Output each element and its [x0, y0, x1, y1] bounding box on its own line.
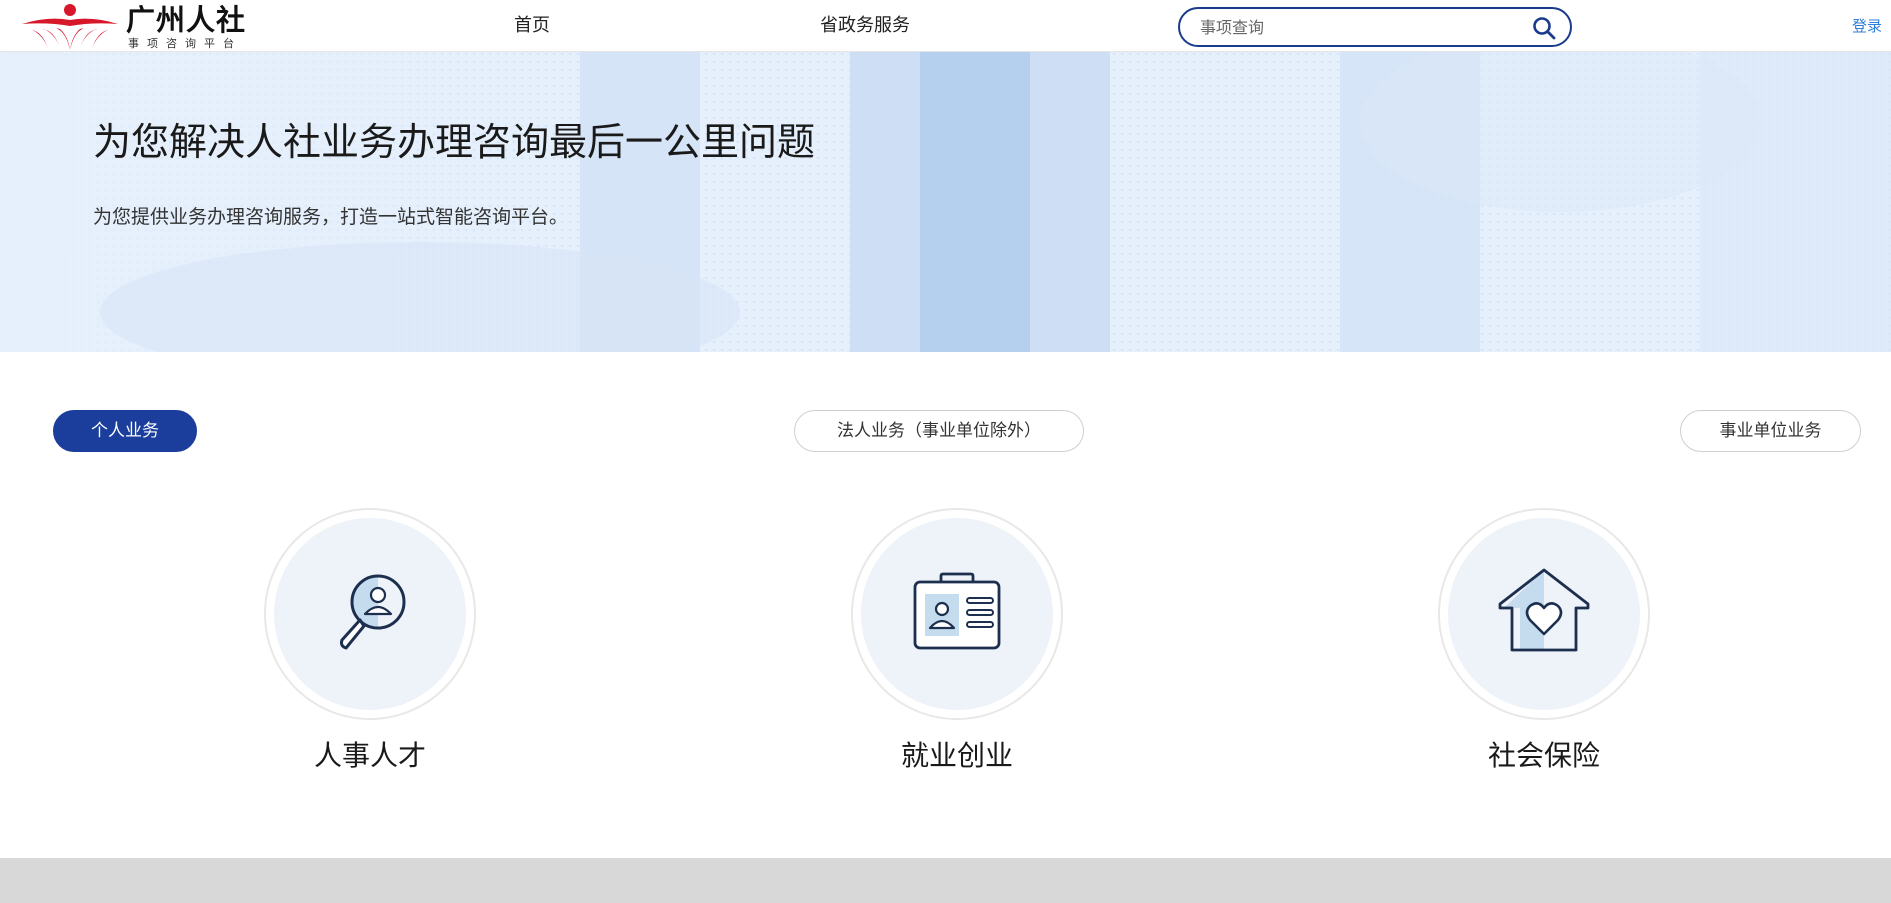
category-circle — [264, 508, 476, 720]
category-hr-talent[interactable]: 人事人才 — [264, 508, 476, 780]
logo-subtitle: 事项咨询平台 — [128, 37, 242, 50]
magnifier-person-icon — [340, 574, 406, 650]
category-label: 社会保险 — [1487, 739, 1600, 772]
nav-gov-services-link[interactable]: 省政务服务 — [820, 14, 910, 38]
hero-background-pattern — [0, 52, 1891, 352]
search-input[interactable] — [1198, 15, 1518, 39]
tab-corporate-business[interactable]: 法人业务（事业单位除外） — [794, 410, 1084, 452]
hero-subtitle: 为您提供业务办理咨询服务，打造一站式智能咨询平台。 — [93, 206, 569, 228]
hero-title: 为您解决人社业务办理咨询最后一公里问题 — [93, 120, 816, 164]
tab-institution-business[interactable]: 事业单位业务 — [1680, 410, 1861, 452]
category-circle — [1438, 508, 1650, 720]
site-logo[interactable]: 广州人社 事项咨询平台 — [18, 0, 258, 52]
house-heart-icon — [1498, 568, 1590, 652]
category-employment[interactable]: 就业创业 — [851, 508, 1063, 780]
category-label: 就业创业 — [900, 739, 1013, 772]
footer-band — [0, 858, 1891, 903]
logo-title: 广州人社 — [126, 3, 247, 37]
top-header: 广州人社 事项咨询平台 首页 省政务服务 登录 — [0, 0, 1891, 52]
tab-personal-business[interactable]: 个人业务 — [53, 410, 197, 452]
category-social-insurance[interactable]: 社会保险 — [1438, 508, 1650, 780]
hero-banner: 为您解决人社业务办理咨询最后一公里问题 为您提供业务办理咨询服务，打造一站式智能… — [0, 52, 1891, 352]
logo-mark-icon — [22, 4, 118, 50]
search-box — [1178, 7, 1572, 47]
id-card-icon — [913, 572, 1001, 650]
category-circle — [851, 508, 1063, 720]
nav-home-link[interactable]: 首页 — [514, 14, 550, 38]
category-label: 人事人才 — [313, 739, 426, 772]
login-link[interactable]: 登录 — [1852, 16, 1882, 36]
search-icon[interactable] — [1532, 16, 1556, 40]
